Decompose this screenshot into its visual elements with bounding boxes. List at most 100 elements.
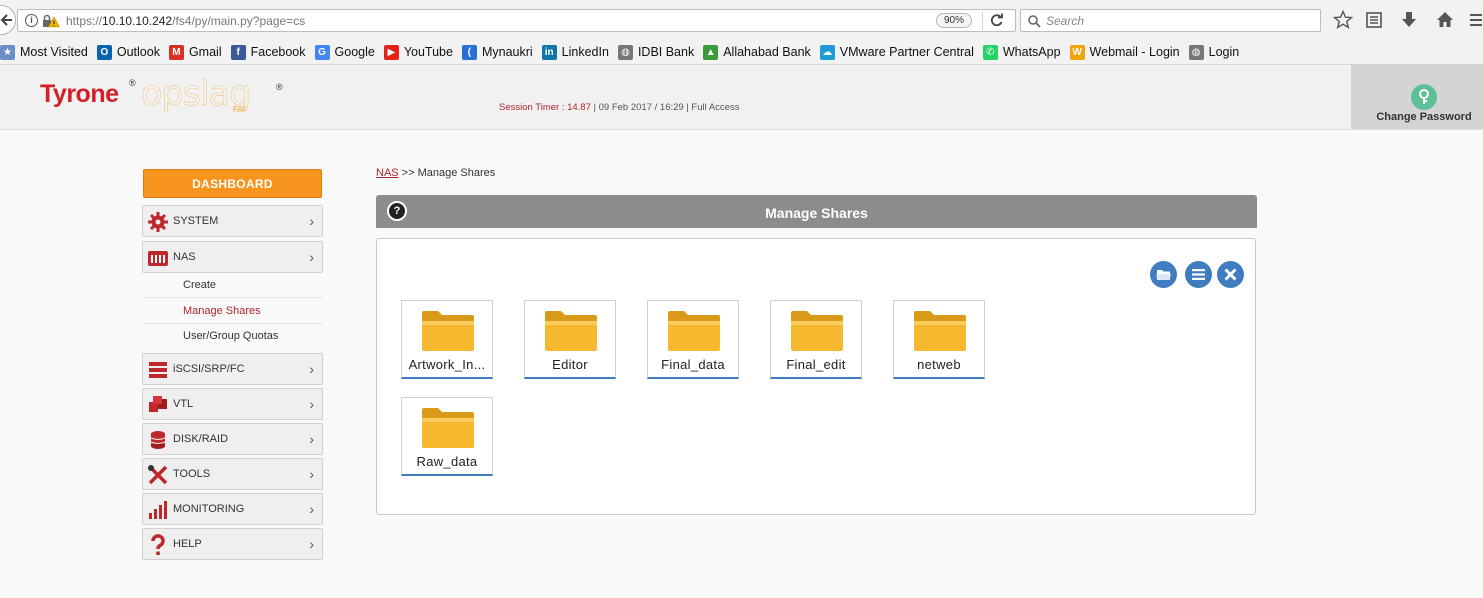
sidebar-item-vtl[interactable]: VTL › [142, 388, 323, 420]
chevron-right-icon: › [309, 431, 314, 447]
logo-brand: Tyrone [40, 80, 119, 108]
bookmark-label: LinkedIn [561, 45, 609, 59]
bookmark-mynaukri[interactable]: ( Mynaukri [461, 44, 533, 60]
key-icon [1411, 84, 1437, 110]
bookmark-label: VMware Partner Central [839, 45, 974, 59]
bookmark-star-icon[interactable] [1333, 10, 1353, 30]
panel-header: ? Manage Shares [376, 195, 1257, 228]
question-icon [151, 534, 165, 555]
list-view-button[interactable] [1185, 261, 1212, 288]
reading-list-icon[interactable] [1364, 10, 1384, 30]
share-folder-tile[interactable]: Editor [524, 300, 616, 379]
folder-icon [667, 309, 721, 358]
bookmark-most-visited[interactable]: ★ Most Visited [0, 44, 88, 60]
tools-icon [148, 465, 168, 485]
share-folder-tile[interactable]: netweb [893, 300, 985, 379]
session-timer: Session Timer : 14.87 [499, 102, 591, 113]
breadcrumb: NAS >> Manage Shares [376, 167, 495, 179]
chevron-right-icon: › [309, 249, 314, 265]
browser-toolbar: i https://10.10.10.242/fs4/py/main.py?pa… [0, 0, 1483, 40]
zoom-level-badge[interactable]: 90% [936, 13, 972, 28]
bookmark-webmail-login[interactable]: W Webmail - Login [1069, 44, 1180, 60]
chevron-right-icon: › [309, 536, 314, 552]
info-icon[interactable]: i [25, 14, 38, 27]
share-name: netweb [917, 357, 961, 372]
reload-icon[interactable] [989, 13, 1004, 28]
bookmark-label: Facebook [250, 45, 306, 59]
bookmark-label: Allahabad Bank [723, 45, 811, 59]
menu-overflow-icon[interactable] [1470, 10, 1483, 30]
open-folder-button[interactable] [1150, 261, 1177, 288]
allahabad-icon: ▲ [703, 44, 719, 60]
bookmark-google[interactable]: G Google [314, 44, 375, 60]
bookmark-vmware-partner-central[interactable]: ☁ VMware Partner Central [819, 44, 974, 60]
sidebar-item-monitoring[interactable]: MONITORING › [142, 493, 323, 525]
bookmark-idbi-bank[interactable]: ◍ IDBI Bank [617, 44, 694, 60]
nas-icon [148, 251, 168, 266]
share-name: Artwork_In... [408, 357, 486, 372]
breadcrumb-nas-link[interactable]: NAS [376, 167, 399, 179]
share-name: Raw_data [416, 454, 478, 469]
folder-icon [544, 309, 598, 358]
address-bar[interactable]: i https://10.10.10.242/fs4/py/main.py?pa… [17, 9, 1016, 32]
app-header: Tyrone ® opslag ® FS2 Session Timer : 14… [0, 65, 1483, 130]
folder-icon [421, 309, 475, 358]
bookmark-label: YouTube [403, 45, 453, 59]
download-icon[interactable] [1399, 10, 1419, 30]
nas-sub-create[interactable]: Create [142, 273, 323, 298]
linkedin-icon: in [541, 44, 557, 60]
chevron-right-icon: › [309, 213, 314, 229]
bookmark-outlook[interactable]: O Outlook [96, 44, 160, 60]
folder-icon [421, 406, 475, 455]
star-icon: ★ [0, 44, 15, 60]
sidebar-item-help[interactable]: HELP › [142, 528, 323, 560]
page-title: Manage Shares [765, 205, 868, 221]
share-folder-tile[interactable]: Final_data [647, 300, 739, 379]
bookmark-label: Webmail - Login [1089, 45, 1180, 59]
bar-chart-icon [149, 501, 167, 519]
bookmark-label: Login [1208, 45, 1240, 59]
back-button[interactable] [0, 5, 16, 35]
close-button[interactable] [1217, 261, 1244, 288]
bookmark-facebook[interactable]: f Facebook [230, 44, 306, 60]
insecure-lock-icon[interactable] [42, 14, 60, 28]
globe-icon: ◍ [617, 44, 633, 60]
bookmark-whatsapp[interactable]: ✆ WhatsApp [982, 44, 1061, 60]
globe-icon: ◍ [1188, 44, 1204, 60]
share-folder-tile[interactable]: Artwork_In... [401, 300, 493, 379]
bookmark-label: Google [334, 45, 375, 59]
bookmark-login[interactable]: ◍ Login [1188, 44, 1240, 60]
chevron-right-icon: › [309, 396, 314, 412]
naukri-icon: ( [461, 44, 477, 60]
close-icon [1224, 268, 1237, 281]
chevron-right-icon: › [309, 501, 314, 517]
sidebar-item-iscsi[interactable]: iSCSI/SRP/FC › [142, 353, 323, 385]
bookmark-allahabad-bank[interactable]: ▲ Allahabad Bank [703, 44, 811, 60]
dashboard-button[interactable]: DASHBOARD [143, 169, 322, 198]
logo-subtitle: FS2 [233, 106, 246, 113]
bookmark-linkedin[interactable]: in LinkedIn [541, 44, 609, 60]
change-password-button[interactable]: Change Password [1351, 65, 1483, 129]
bookmark-youtube[interactable]: ▶ YouTube [383, 44, 453, 60]
share-folder-tile[interactable]: Final_edit [770, 300, 862, 379]
session-status: Session Timer : 14.87 | 09 Feb 2017 / 16… [499, 102, 740, 113]
disk-icon [150, 431, 166, 449]
folder-icon [913, 309, 967, 358]
youtube-icon: ▶ [383, 44, 399, 60]
server-icon [149, 362, 167, 378]
bookmark-label: Outlook [116, 45, 160, 59]
search-input[interactable]: Search [1020, 9, 1321, 32]
nas-sub-user-group-quotas[interactable]: User/Group Quotas [142, 324, 323, 349]
sidebar-item-disk-raid[interactable]: DISK/RAID › [142, 423, 323, 455]
bookmark-gmail[interactable]: M Gmail [168, 44, 222, 60]
bookmark-label: WhatsApp [1002, 45, 1061, 59]
sidebar-item-system[interactable]: SYSTEM › [142, 205, 323, 237]
nas-sub-manage-shares[interactable]: Manage Shares [142, 299, 323, 324]
bookmarks-bar: ★ Most Visited O Outlook M Gmail f Facebook G Goo… [0, 40, 1483, 65]
home-icon[interactable] [1435, 10, 1455, 30]
sidebar-item-tools[interactable]: TOOLS › [142, 458, 323, 490]
sidebar-item-nas[interactable]: NAS › [142, 241, 323, 273]
share-folder-tile[interactable]: Raw_data [401, 397, 493, 476]
shares-panel: Artwork_In... Editor Final_data Final_edit n… [376, 238, 1256, 515]
bookmark-label: Mynaukri [481, 45, 533, 59]
